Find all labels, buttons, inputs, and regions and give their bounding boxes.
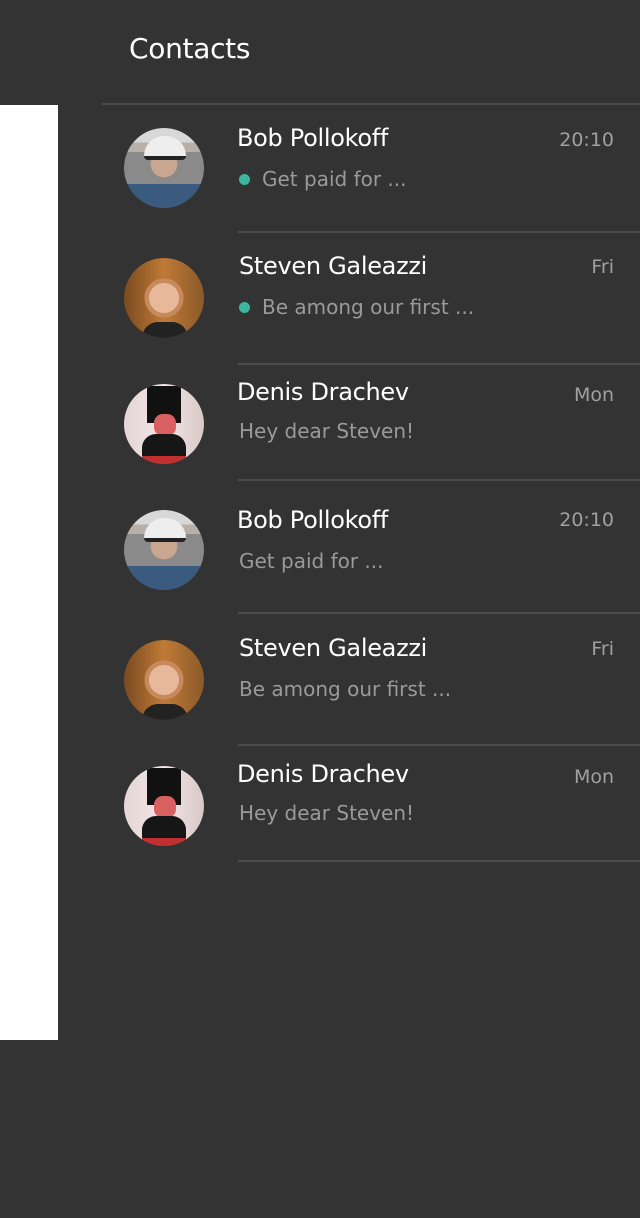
message-time: 20:10 <box>559 509 614 531</box>
message-time: Fri <box>591 256 614 278</box>
avatar <box>124 128 204 208</box>
contact-row[interactable]: Bob Pollokoff 20:10 Get paid for ... <box>102 105 640 233</box>
message-preview: Hey dear Steven! <box>239 800 414 826</box>
message-preview: Hey dear Steven! <box>239 418 414 444</box>
contact-row[interactable]: Denis Drachev Mon Hey dear Steven! <box>102 746 640 862</box>
contact-row[interactable]: Steven Galeazzi Fri Be among our first ... <box>102 614 640 746</box>
preview-text: Be among our first ... <box>239 677 452 701</box>
preview-text: Be among our first ... <box>262 295 475 319</box>
contact-name: Denis Drachev <box>237 378 409 406</box>
avatar <box>124 258 204 338</box>
row-divider <box>238 860 640 862</box>
avatar <box>124 384 204 464</box>
message-time: Mon <box>573 766 614 788</box>
contact-name: Steven Galeazzi <box>239 634 428 662</box>
page-title: Contacts <box>129 32 251 65</box>
message-preview: Be among our first ... <box>239 294 474 320</box>
unread-dot-icon <box>239 301 250 313</box>
contact-row[interactable]: Denis Drachev Mon Hey dear Steven! <box>102 365 640 481</box>
background-panel <box>0 105 58 1040</box>
preview-text: Get paid for ... <box>239 549 384 573</box>
message-preview: Be among our first ... <box>239 676 451 702</box>
contact-name: Denis Drachev <box>237 760 409 788</box>
message-time: Fri <box>591 638 614 660</box>
contact-name: Steven Galeazzi <box>239 252 428 280</box>
unread-dot-icon <box>239 173 250 185</box>
contact-row[interactable]: Bob Pollokoff 20:10 Get paid for ... <box>102 481 640 614</box>
contact-name: Bob Pollokoff <box>237 506 389 534</box>
contact-row[interactable]: Steven Galeazzi Fri Be among our first ... <box>102 233 640 365</box>
preview-text: Get paid for ... <box>262 167 407 191</box>
avatar-face <box>154 796 176 818</box>
message-preview: Get paid for ... <box>239 548 384 574</box>
message-time: 20:10 <box>559 129 614 151</box>
avatar-face <box>154 414 176 436</box>
message-preview: Get paid for ... <box>239 166 407 192</box>
preview-text: Hey dear Steven! <box>239 801 415 825</box>
preview-text: Hey dear Steven! <box>239 419 415 443</box>
message-time: Mon <box>573 384 614 406</box>
avatar <box>124 510 204 590</box>
avatar <box>124 766 204 846</box>
avatar <box>124 640 204 720</box>
contact-name: Bob Pollokoff <box>237 124 389 152</box>
